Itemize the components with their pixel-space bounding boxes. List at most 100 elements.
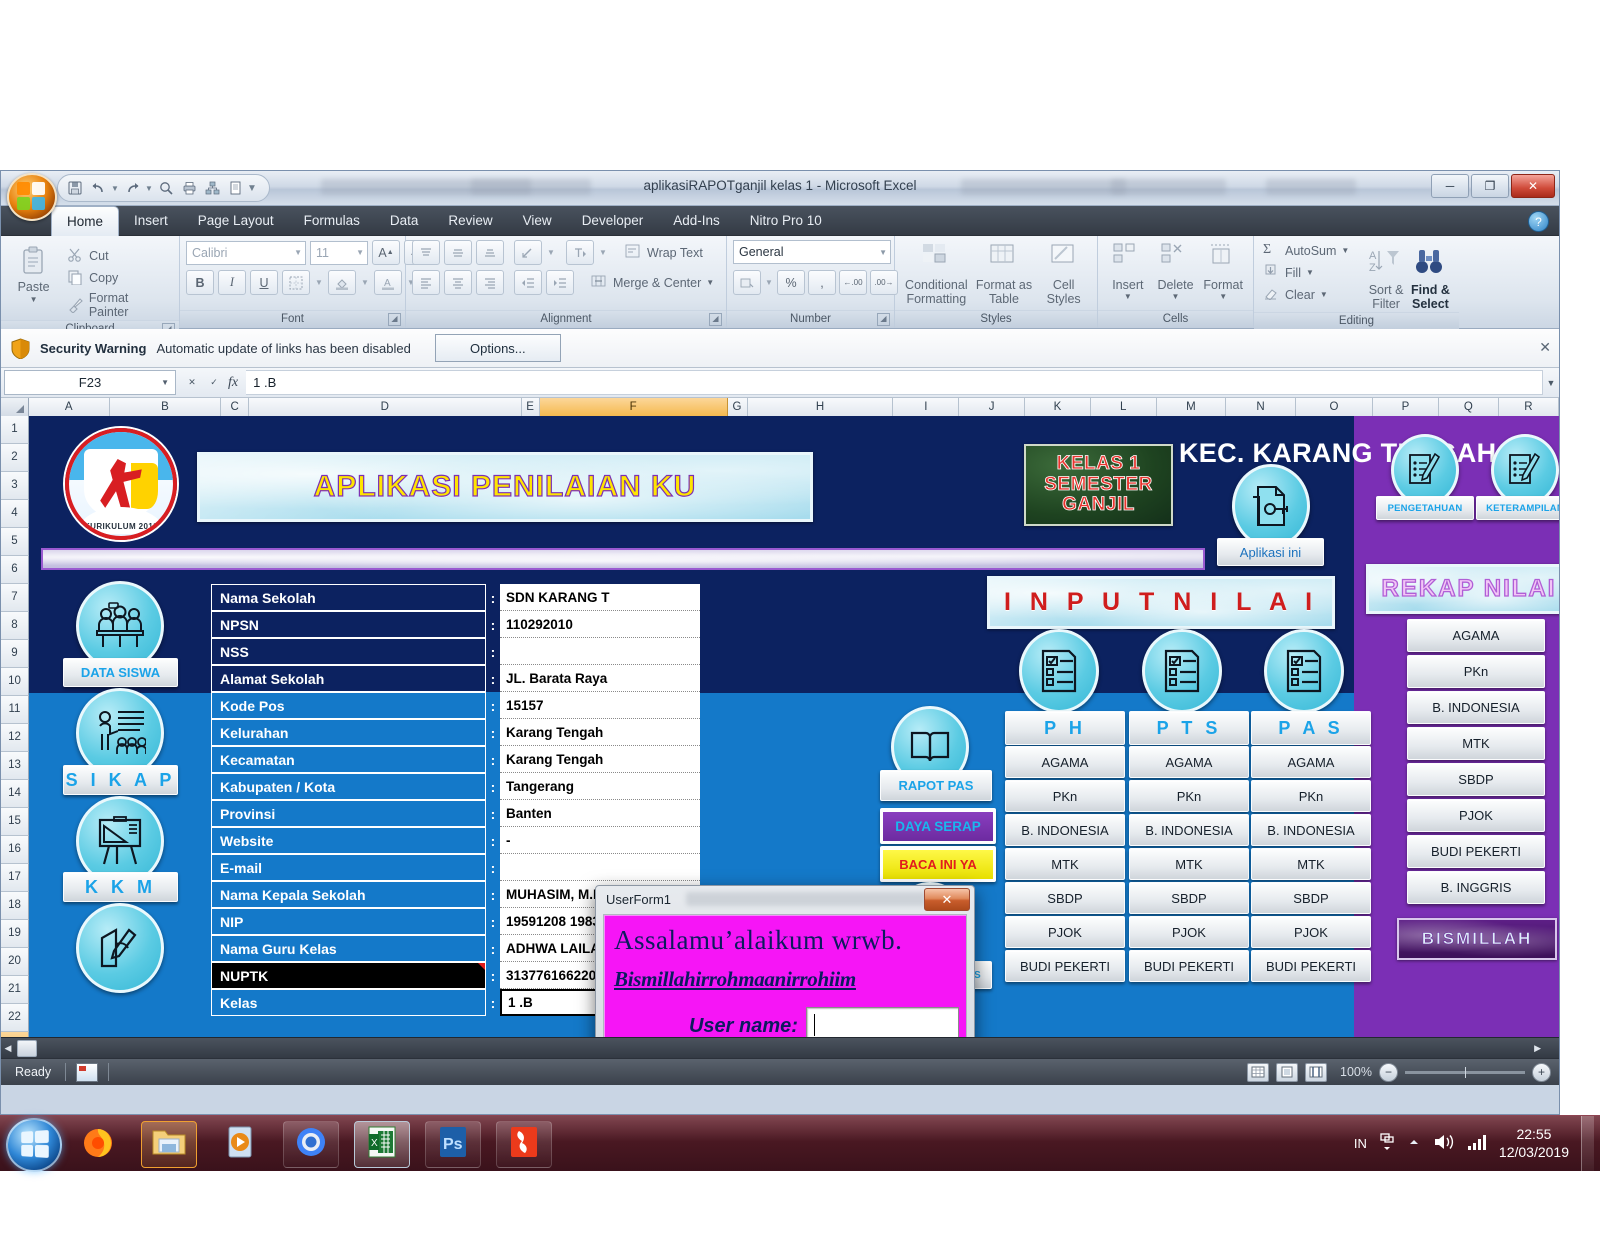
row-value[interactable] — [500, 854, 700, 881]
pts-subject-mtk[interactable]: MTK — [1129, 848, 1249, 880]
column-header-e[interactable]: E — [521, 398, 540, 416]
pts-subject-budi-pekerti[interactable]: BUDI PEKERTI — [1129, 950, 1249, 982]
aplikasi-ini-button[interactable]: Aplikasi ini — [1217, 538, 1324, 566]
rekap-subject-mtk[interactable]: MTK — [1407, 727, 1545, 760]
fill-button[interactable]: Fill ▼ — [1260, 263, 1352, 282]
pts-subject-agama[interactable]: AGAMA — [1129, 746, 1249, 778]
column-header-a[interactable]: A — [28, 398, 110, 416]
cut-button[interactable]: Cut — [64, 246, 173, 265]
row-header-4[interactable]: 4 — [1, 500, 29, 528]
office-button[interactable] — [7, 173, 57, 221]
tab-developer[interactable]: Developer — [567, 206, 659, 235]
pas-subject-b-indonesia[interactable]: B. INDONESIA — [1251, 814, 1371, 846]
name-box[interactable]: F23 ▼ — [4, 370, 176, 395]
writing-icon-button[interactable] — [76, 903, 164, 993]
row-header-19[interactable]: 19 — [1, 920, 29, 948]
pas-subject-agama[interactable]: AGAMA — [1251, 746, 1371, 778]
number-dialog-launcher[interactable]: ◢ — [877, 313, 890, 326]
font-name-select[interactable]: Calibri ▼ — [186, 240, 306, 265]
column-header-m[interactable]: M — [1156, 398, 1227, 416]
show-hidden-icon[interactable] — [1407, 1135, 1421, 1152]
pts-subject-sbdp[interactable]: SBDP — [1129, 882, 1249, 914]
show-desktop-button[interactable] — [1581, 1116, 1594, 1171]
row-header-8[interactable]: 8 — [1, 612, 29, 640]
percent-button[interactable]: % — [777, 270, 805, 295]
cancel-entry-icon[interactable]: ✕ — [184, 377, 200, 388]
row-value[interactable]: SDN KARANG T — [500, 584, 700, 611]
comma-style-button[interactable]: , — [808, 270, 836, 295]
scroll-left-icon[interactable]: ◀ — [1, 1043, 15, 1054]
row-header-21[interactable]: 21 — [1, 976, 29, 1004]
paste-button[interactable]: Paste ▼ — [7, 244, 60, 304]
aplikasi-ini-icon-button[interactable] — [1232, 464, 1310, 548]
row-value[interactable]: JL. Barata Raya — [500, 665, 700, 692]
decrease-indent-icon[interactable] — [514, 270, 542, 295]
fill-color-icon[interactable] — [328, 270, 356, 295]
insert-cells-button[interactable]: Insert ▼ — [1104, 242, 1152, 301]
format-painter-button[interactable]: Format Painter — [64, 290, 173, 320]
row-header-15[interactable]: 15 — [1, 808, 29, 836]
chevron-down-icon[interactable]: ▼ — [598, 248, 608, 257]
column-header-k[interactable]: K — [1025, 398, 1091, 416]
align-left-icon[interactable] — [412, 270, 440, 295]
row-value[interactable]: 15157 — [500, 692, 700, 719]
taskbar-item-nitro[interactable] — [496, 1121, 552, 1168]
pas-subject-budi-pekerti[interactable]: BUDI PEKERTI — [1251, 950, 1371, 982]
column-header-r[interactable]: R — [1498, 398, 1559, 416]
chevron-down-icon[interactable]: ▼ — [1341, 246, 1349, 255]
row-value[interactable]: - — [500, 827, 700, 854]
column-header-d[interactable]: D — [248, 398, 522, 416]
chevron-down-icon[interactable]: ▼ — [1172, 292, 1180, 301]
orientation-icon[interactable] — [514, 240, 542, 265]
username-input[interactable] — [805, 1007, 959, 1037]
keterampilan-button[interactable]: KETERAMPILAN — [1476, 496, 1559, 520]
merge-center-button[interactable]: Merge & Center ▼ — [588, 273, 717, 292]
pts-subject-b-indonesia[interactable]: B. INDONESIA — [1129, 814, 1249, 846]
ph-subject-budi-pekerti[interactable]: BUDI PEKERTI — [1005, 950, 1125, 982]
taskbar-item-excel[interactable]: X — [354, 1121, 410, 1168]
align-bottom-icon[interactable] — [476, 240, 504, 265]
column-header-b[interactable]: B — [109, 398, 222, 416]
restore-button[interactable]: ❐ — [1471, 174, 1509, 198]
ph-subject-agama[interactable]: AGAMA — [1005, 746, 1125, 778]
row-value[interactable] — [500, 638, 700, 665]
chevron-down-icon[interactable]: ▼ — [546, 248, 556, 257]
row-header-17[interactable]: 17 — [1, 864, 29, 892]
accept-entry-icon[interactable]: ✓ — [206, 377, 222, 388]
chevron-down-icon[interactable]: ▼ — [30, 295, 38, 304]
tab-data[interactable]: Data — [375, 206, 434, 235]
row-header-13[interactable]: 13 — [1, 752, 29, 780]
clear-button[interactable]: Clear ▼ — [1260, 285, 1352, 304]
wrap-text-button[interactable]: Wrap Text — [622, 243, 706, 262]
zoom-slider[interactable] — [1405, 1066, 1525, 1078]
column-header-h[interactable]: H — [747, 398, 894, 416]
row-header-5[interactable]: 5 — [1, 528, 29, 556]
row-header-2[interactable]: 2 — [1, 444, 29, 472]
row-header-1[interactable]: 1 — [1, 416, 29, 444]
zoom-out-button[interactable]: − — [1379, 1062, 1398, 1082]
italic-button[interactable]: I — [218, 270, 246, 295]
font-size-select[interactable]: 11 ▼ — [310, 240, 368, 265]
scroll-thumb[interactable] — [17, 1039, 37, 1057]
row-value[interactable]: Karang Tengah — [500, 746, 700, 773]
zoom-in-button[interactable]: + — [1532, 1062, 1551, 1082]
bismillah-button[interactable]: BISMILLAH — [1397, 918, 1557, 960]
security-options-button[interactable]: Options... — [434, 334, 561, 362]
ph-subject-mtk[interactable]: MTK — [1005, 848, 1125, 880]
close-security-bar-icon[interactable]: ✕ — [1539, 339, 1551, 356]
pas-icon-button[interactable] — [1264, 629, 1344, 713]
align-middle-icon[interactable] — [444, 240, 472, 265]
pts-header-button[interactable]: P T S — [1129, 711, 1249, 745]
column-header-c[interactable]: C — [221, 398, 249, 416]
conditional-formatting-button[interactable]: Conditional Formatting — [904, 242, 968, 307]
row-header-9[interactable]: 9 — [1, 640, 29, 668]
taskbar-item-chrome[interactable] — [283, 1121, 339, 1168]
pas-subject-pjok[interactable]: PJOK — [1251, 916, 1371, 948]
pas-subject-pkn[interactable]: PKn — [1251, 780, 1371, 812]
formula-input[interactable]: 1 .B — [246, 370, 1543, 395]
column-header-f[interactable]: F — [539, 398, 728, 416]
row-header-10[interactable]: 10 — [1, 668, 29, 696]
horizontal-scrollbar[interactable]: ◀ ▶ — [1, 1037, 1559, 1058]
decrease-decimal-button[interactable]: .00→ — [870, 270, 898, 295]
taskbar-item-file-explorer[interactable] — [141, 1121, 197, 1168]
